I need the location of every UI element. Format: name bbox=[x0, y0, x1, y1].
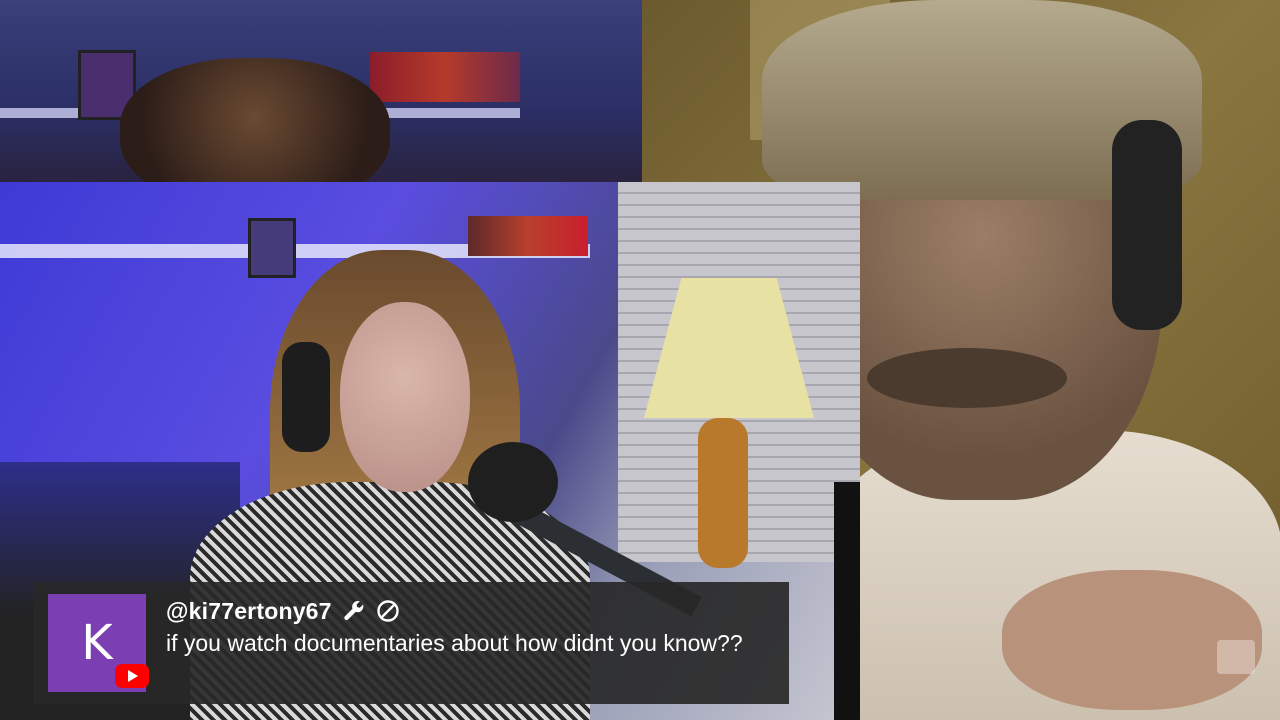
wrench-icon bbox=[342, 599, 366, 623]
chat-message-overlay: K @ki77ertony67 if you watch documentari… bbox=[33, 582, 789, 704]
chat-username: @ki77ertony67 bbox=[166, 597, 332, 624]
blocked-icon bbox=[376, 599, 400, 623]
avatar-letter: K bbox=[81, 615, 113, 671]
monitor-edge bbox=[834, 482, 860, 720]
video-feed-top-left bbox=[0, 0, 642, 182]
headphones bbox=[282, 342, 330, 452]
headphones bbox=[1112, 120, 1182, 330]
books bbox=[468, 216, 588, 256]
person-face bbox=[340, 302, 470, 492]
channel-watermark-icon bbox=[1217, 640, 1255, 674]
picture-frame bbox=[248, 218, 296, 278]
books bbox=[370, 52, 520, 102]
person-head bbox=[120, 58, 390, 182]
chat-message-text: if you watch documentaries about how did… bbox=[166, 630, 743, 656]
youtube-icon bbox=[115, 664, 149, 688]
person-mustache bbox=[867, 348, 1067, 408]
lamp-base bbox=[698, 418, 748, 568]
username-row: @ki77ertony67 bbox=[166, 596, 400, 626]
microphone bbox=[468, 442, 558, 522]
